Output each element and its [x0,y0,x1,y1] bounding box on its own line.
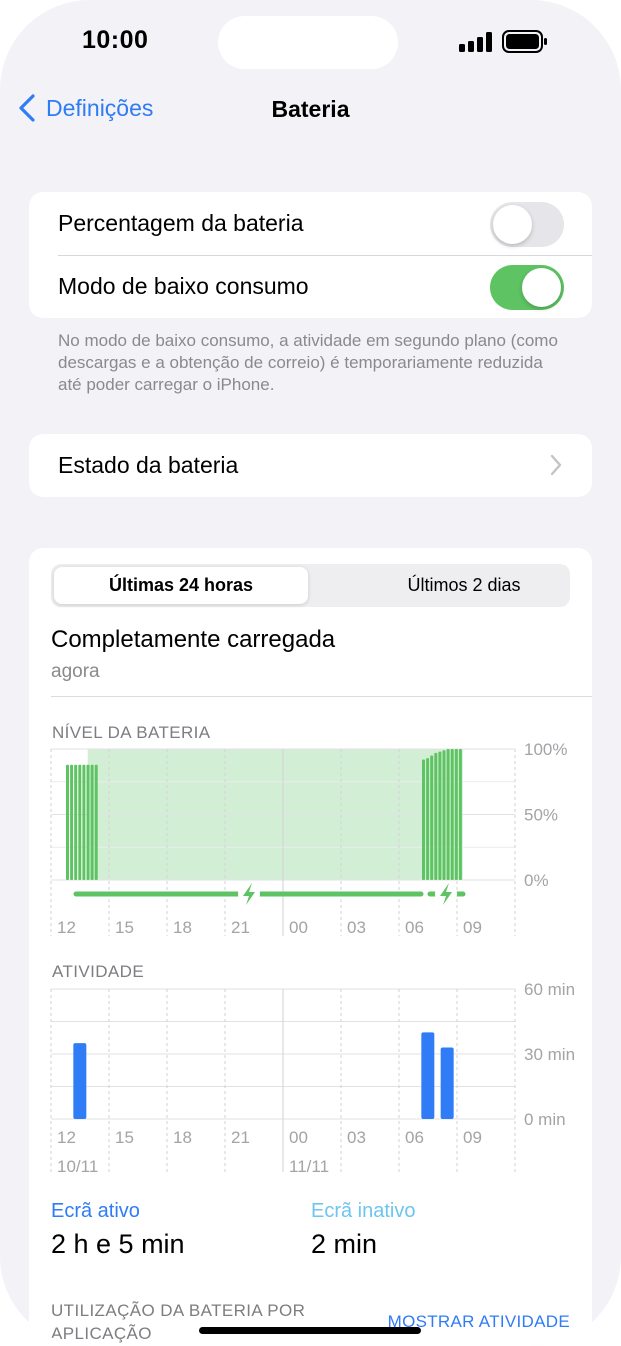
battery-level-bar [434,752,438,880]
x-tick-label: 06 [405,918,424,937]
x-tick-label: 12 [57,1128,76,1147]
battery-charts: 12 15 18 21 00 03 06 09 100% 50% 0% 12 15 18 21 00 03 06… [50,740,575,1176]
screen-off-value: 2 min [311,1229,378,1259]
activity-bar [421,1032,435,1119]
battery-level-chart: 12 15 18 21 00 03 06 09 100% 50% 0% [50,740,567,937]
x-tick-label: 18 [173,918,192,937]
x-tick-label: 15 [115,918,134,937]
battery-level-bar [82,764,86,880]
battery-level-bar [90,764,94,880]
screen-on-label: Ecrã ativo [51,1200,140,1222]
phone-screen: 10:00 Definições Bateria Percentagem da … [0,0,621,1346]
battery-level-bar [94,764,98,880]
battery-level-bar [74,764,78,880]
y-tick-label: 100% [524,740,567,759]
x-tick-label: 18 [173,1128,192,1147]
battery-level-bar [450,749,454,880]
screen-off-label: Ecrã inativo [311,1200,416,1222]
x-tick-label: 12 [57,918,76,937]
date-label: 10/11 [57,1157,98,1176]
date-label: 11/11 [289,1157,329,1176]
battery-level-bar [454,749,458,880]
y-tick-label: 0 min [524,1110,566,1129]
x-tick-label: 00 [289,918,308,937]
battery-level-bar [86,764,90,880]
battery-level-bar [66,764,69,880]
x-tick-label: 03 [347,918,366,937]
battery-level-bar [78,764,82,880]
battery-level-bar [442,750,446,880]
x-tick-label: 00 [289,1128,308,1147]
usage-by-app-title: UTILIZAÇÃO DA BATERIA POR APLICAÇÃO [51,1301,306,1343]
y-tick-label: 30 min [524,1045,575,1064]
battery-level-bar [70,764,74,880]
battery-level-bar [430,755,434,880]
battery-level-bar [438,751,442,880]
screen-on-value: 2 h e 5 min [51,1229,185,1259]
x-tick-label: 03 [347,1128,366,1147]
y-tick-label: 0% [524,871,549,890]
x-tick-label: 21 [231,1128,250,1147]
battery-level-bar [426,758,430,880]
x-tick-label: 15 [115,1128,134,1147]
activity-bar [73,1043,87,1119]
y-tick-label: 50% [524,806,558,825]
battery-level-bar [446,749,450,880]
x-tick-label: 09 [463,1128,482,1147]
x-tick-label: 21 [231,918,250,937]
x-tick-label: 09 [463,918,482,937]
activity-chart: 12 15 18 21 00 03 06 09 10/11 11/11 60 min 30 min 0 … [50,980,575,1176]
x-tick-label: 06 [405,1128,424,1147]
battery-level-bar [458,749,462,880]
y-tick-label: 60 min [524,980,575,999]
home-indicator[interactable] [199,1327,421,1334]
activity-bar [440,1047,454,1119]
battery-level-bar [422,759,425,880]
